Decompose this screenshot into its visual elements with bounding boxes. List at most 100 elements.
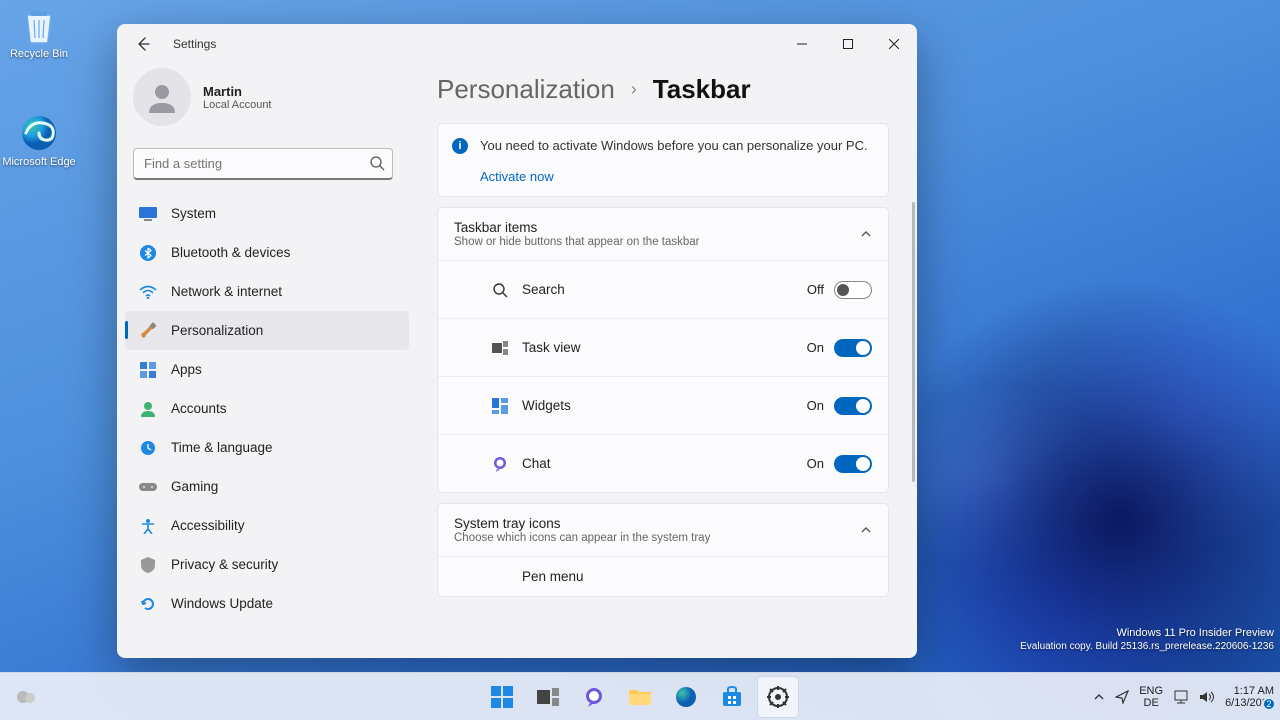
chat-icon [583,686,605,708]
breadcrumb: Personalization › Taskbar [437,74,907,105]
activate-link[interactable]: Activate now [480,169,554,184]
taskbar: ENG DE 1:17 AM 6/13/2022 2 [0,672,1280,720]
desktop-icon-label: Recycle Bin [2,48,76,60]
tray-language[interactable]: ENG DE [1139,685,1163,709]
sidebar-item-gaming[interactable]: Gaming [125,467,409,506]
sidebar-item-label: Network & internet [171,284,282,299]
settings-button[interactable] [758,677,798,717]
taskview-button[interactable] [528,677,568,717]
tray-overflow[interactable] [1093,691,1105,703]
chat-button[interactable] [574,677,614,717]
clock-icon [139,439,157,457]
widgets-icon [486,398,514,414]
edge-icon [18,112,60,154]
breadcrumb-parent[interactable]: Personalization [437,74,615,105]
toggle-switch-taskview[interactable] [834,339,872,357]
close-button[interactable] [871,25,917,63]
desktop-icon-edge[interactable]: Microsoft Edge [2,112,76,168]
chevron-up-icon [860,524,872,536]
tray-clock[interactable]: 1:17 AM 6/13/2022 2 [1225,685,1274,709]
sidebar-item-time[interactable]: Time & language [125,428,409,467]
search-input[interactable] [133,148,393,180]
main: Personalization › Taskbar i You need to … [417,64,917,658]
toggle-label: Search [522,282,807,297]
titlebar[interactable]: Settings [117,24,917,64]
sidebar-item-label: Bluetooth & devices [171,245,290,260]
window-title: Settings [173,37,216,51]
start-button[interactable] [482,677,522,717]
taskview-icon [486,341,514,355]
update-icon [139,595,157,613]
recycle-bin-icon [18,4,60,46]
user-box[interactable]: Martin Local Account [117,64,409,140]
tray-location[interactable] [1115,690,1129,704]
toggle-switch-chat[interactable] [834,455,872,473]
sidebar-item-personalization[interactable]: Personalization [125,311,409,350]
accounts-icon [139,400,157,418]
network-icon [1173,690,1189,704]
sidebar-item-label: Time & language [171,440,273,455]
toggle-row-taskview: Task view On [438,318,888,376]
sidebar-item-bluetooth[interactable]: Bluetooth & devices [125,233,409,272]
edge-button[interactable] [666,677,706,717]
close-icon [889,39,899,49]
info-icon: i [452,138,468,154]
settings-window: Settings Martin Local Account [117,24,917,658]
chat-icon [486,456,514,472]
sidebar-item-label: Gaming [171,479,218,494]
maximize-button[interactable] [825,25,871,63]
minimize-button[interactable] [779,25,825,63]
toggle-state: On [807,340,824,355]
brush-icon [139,322,157,340]
taskbar-items-header[interactable]: Taskbar items Show or hide buttons that … [438,208,888,260]
toggle-label: Pen menu [522,569,872,584]
toggle-state: Off [807,282,824,297]
person-icon [144,79,180,115]
gamepad-icon [139,478,157,496]
toggle-row-chat: Chat On [438,434,888,492]
desktop-icon-recycle-bin[interactable]: Recycle Bin [2,4,76,60]
tray-volume[interactable] [1199,690,1215,704]
sidebar-item-network[interactable]: Network & internet [125,272,409,311]
start-icon [491,686,513,708]
toggle-label: Widgets [522,398,807,413]
wifi-icon [139,283,157,301]
chevron-up-icon [860,228,872,240]
section-title: Taskbar items [454,220,860,235]
minimize-icon [797,39,807,49]
system-tray-header[interactable]: System tray icons Choose which icons can… [438,504,888,556]
avatar [133,68,191,126]
sidebar-item-label: Personalization [171,323,263,338]
scrollbar-thumb[interactable] [912,202,915,482]
page-title: Taskbar [653,74,751,105]
back-button[interactable] [125,26,161,62]
store-button[interactable] [712,677,752,717]
system-icon [139,205,157,223]
toggle-row-widgets: Widgets On [438,376,888,434]
explorer-button[interactable] [620,677,660,717]
sidebar-item-label: Accounts [171,401,227,416]
toggle-label: Task view [522,340,807,355]
toggle-row-search: Search Off [438,260,888,318]
desktop: Recycle Bin Microsoft Edge Windows 11 Pr… [0,0,1280,720]
sidebar-item-label: Accessibility [171,518,245,533]
sidebar-item-privacy[interactable]: Privacy & security [125,545,409,584]
weather-icon [14,685,38,709]
sidebar-item-update[interactable]: Windows Update [125,584,409,623]
chevron-right-icon: › [631,79,637,100]
taskview-icon [537,688,559,706]
sidebar-item-apps[interactable]: Apps [125,350,409,389]
accessibility-icon [139,517,157,535]
maximize-icon [843,39,853,49]
sidebar-item-system[interactable]: System [125,194,409,233]
search-icon[interactable] [369,155,385,171]
sidebar-item-accessibility[interactable]: Accessibility [125,506,409,545]
user-sub: Local Account [203,99,272,111]
sidebar-item-accounts[interactable]: Accounts [125,389,409,428]
folder-icon [628,687,652,707]
toggle-switch-widgets[interactable] [834,397,872,415]
apps-icon [139,361,157,379]
tray-network[interactable] [1173,690,1189,704]
taskbar-weather[interactable] [6,677,46,717]
toggle-switch-search[interactable] [834,281,872,299]
